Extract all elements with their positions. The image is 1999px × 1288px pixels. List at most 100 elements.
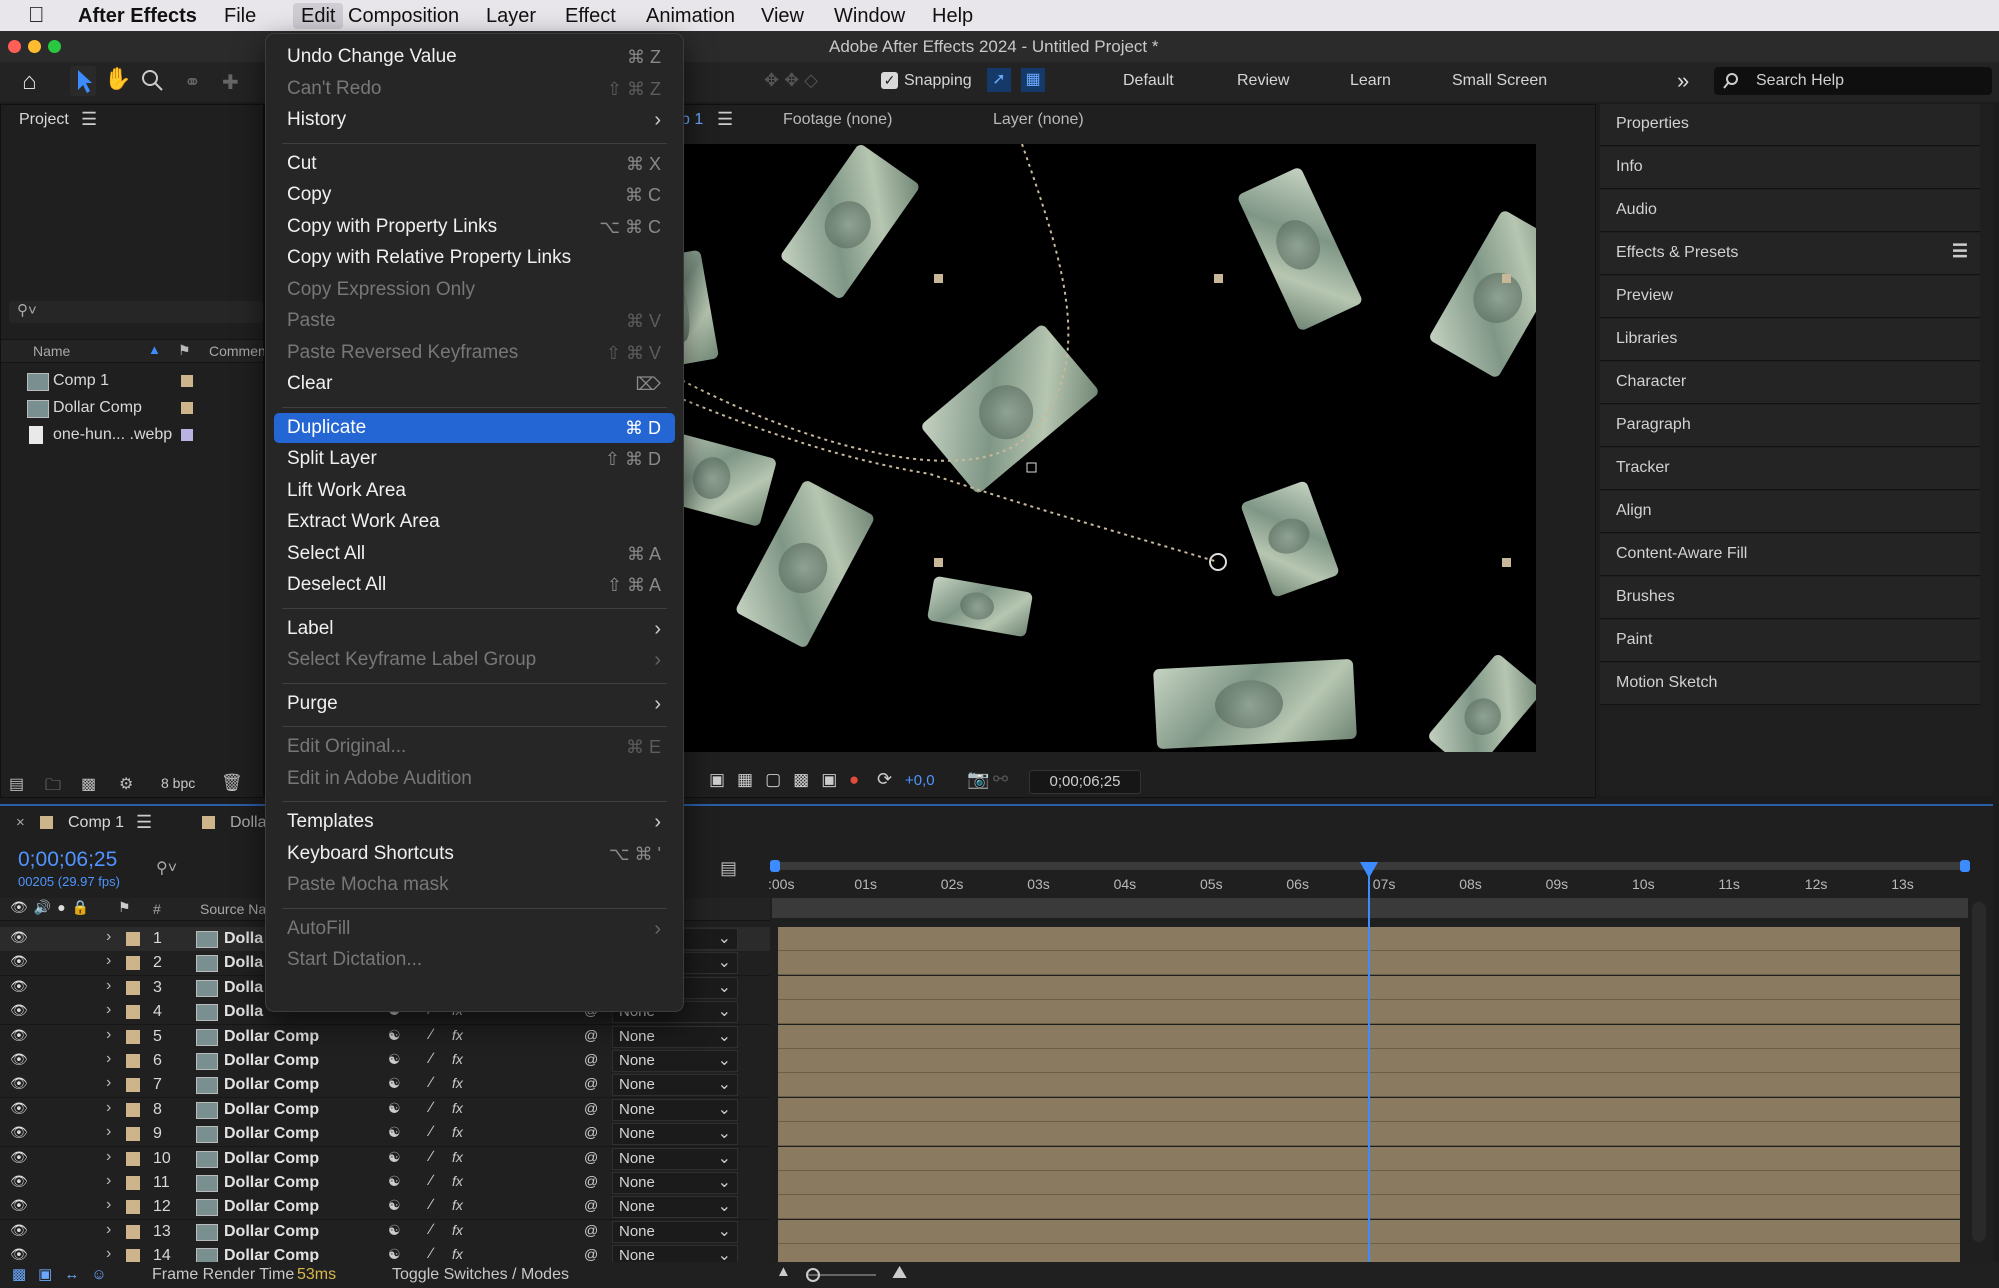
interpret-footage-icon[interactable]: ▤ [9, 774, 24, 794]
visibility-eye-icon[interactable]: 👁 [10, 1173, 28, 1190]
menu-item-copy-with-relative-property-links[interactable]: Copy with Relative Property Links [274, 243, 675, 273]
workspace-small-screen[interactable]: Small Screen [1452, 72, 1547, 90]
panel-brushes[interactable]: Brushes [1600, 577, 1980, 619]
label-color-swatch[interactable] [126, 1224, 140, 1239]
project-panel-title[interactable]: Project [19, 111, 69, 129]
panel-preview[interactable]: Preview [1600, 276, 1980, 318]
layer-row[interactable]: 👁 › 5 Dollar Comp ☯ ∕ fx @ None ⌄ [0, 1024, 770, 1050]
zoom-tool-icon[interactable] [140, 68, 164, 97]
quality-icon[interactable]: ∕ [430, 1123, 433, 1140]
menu-edit[interactable]: Edit [293, 3, 344, 29]
layer-row[interactable]: 👁 › 12 Dollar Comp ☯ ∕ fx @ None ⌄ [0, 1195, 770, 1221]
menu-item-autofill[interactable]: AutoFill › [274, 914, 675, 944]
quality-icon[interactable]: ∕ [430, 1196, 433, 1213]
effects-fx-icon[interactable]: fx [452, 1051, 463, 1067]
panel-motion-sketch[interactable]: Motion Sketch [1600, 663, 1980, 705]
zoom-window-button[interactable] [48, 40, 61, 53]
workspace-default[interactable]: Default [1123, 72, 1174, 90]
visibility-eye-icon[interactable]: 👁 [10, 1002, 28, 1019]
timeline-zoom-slider[interactable] [1972, 902, 1986, 1242]
layer-name[interactable]: Dollar Comp [224, 1028, 319, 1046]
expand-chevron-icon[interactable]: › [106, 1196, 111, 1214]
menu-item-clear[interactable]: Clear ⌦ [274, 369, 675, 399]
layer-name[interactable]: Dolla [224, 954, 263, 972]
collapse-transform-icon[interactable]: ☯ [388, 1100, 401, 1117]
collapse-transform-icon[interactable]: ☯ [388, 1246, 401, 1263]
expand-chevron-icon[interactable]: › [106, 1099, 111, 1117]
expand-chevron-icon[interactable]: › [106, 1148, 111, 1166]
menu-composition[interactable]: Composition [340, 3, 467, 29]
menu-item-edit-original[interactable]: Edit Original... ⌘ E [274, 732, 675, 762]
quality-icon[interactable]: ∕ [430, 1074, 433, 1091]
quality-icon[interactable]: ∕ [430, 1172, 433, 1189]
home-icon[interactable]: ⌂ [22, 68, 37, 96]
collapse-transform-icon[interactable]: ☯ [388, 1173, 401, 1190]
tab-footage[interactable]: Footage (none) [783, 111, 892, 129]
panel-audio[interactable]: Audio [1600, 190, 1980, 232]
parent-pickwhip-icon[interactable]: @ [584, 1222, 598, 1238]
bounding-box-handle[interactable] [1502, 274, 1511, 283]
workspace-review[interactable]: Review [1237, 72, 1289, 90]
current-time-display[interactable]: 0;00;06;25 [18, 848, 117, 872]
menu-item-lift-work-area[interactable]: Lift Work Area [274, 476, 675, 506]
collapse-transform-icon[interactable]: ☯ [388, 1051, 401, 1068]
layer-row[interactable]: 👁 › 13 Dollar Comp ☯ ∕ fx @ None ⌄ [0, 1219, 770, 1245]
menu-item-undo-change-value[interactable]: Undo Change Value ⌘ Z [274, 42, 675, 72]
menu-item-paste-mocha-mask[interactable]: Paste Mocha mask [274, 870, 675, 900]
menu-item-copy-expression-only[interactable]: Copy Expression Only [274, 275, 675, 305]
collapse-transform-icon[interactable]: ☯ [388, 1222, 401, 1239]
expand-chevron-icon[interactable]: › [106, 1050, 111, 1068]
quality-icon[interactable]: ∕ [430, 1245, 433, 1262]
menu-item-duplicate[interactable]: Duplicate ⌘ D [274, 412, 675, 443]
menu-item-select-all[interactable]: Select All ⌘ A [274, 539, 675, 569]
effects-fx-icon[interactable]: fx [452, 1222, 463, 1238]
menu-app[interactable]: After Effects [70, 3, 205, 29]
col-comment-header[interactable]: Comment [209, 343, 270, 359]
pan-tool-icon[interactable]: ✚ [222, 70, 239, 95]
visibility-eye-icon[interactable]: 👁 [10, 1246, 28, 1263]
expand-chevron-icon[interactable]: › [106, 1026, 111, 1044]
menu-item-select-keyframe-label-group[interactable]: Select Keyframe Label Group › [274, 645, 675, 675]
layer-name[interactable]: Dolla [224, 930, 263, 948]
parent-pickwhip-icon[interactable]: @ [584, 1124, 598, 1140]
quality-icon[interactable]: ∕ [430, 1099, 433, 1116]
label-color-swatch[interactable] [126, 1029, 140, 1044]
new-composition-icon[interactable]: ▩ [81, 774, 96, 794]
parent-dropdown[interactable]: None ⌄ [612, 1074, 738, 1097]
label-color-swatch[interactable] [181, 402, 193, 414]
menu-item-start-dictation[interactable]: Start Dictation... [274, 945, 675, 975]
more-workspaces-icon[interactable]: » [1677, 68, 1689, 94]
sort-asc-icon[interactable]: ▲ [148, 342, 161, 357]
reset-exposure-icon[interactable]: ⟳ [877, 769, 892, 790]
visibility-eye-icon[interactable]: 👁 [10, 953, 28, 970]
menu-item-extract-work-area[interactable]: Extract Work Area [274, 507, 675, 537]
playhead[interactable] [1360, 862, 1379, 1264]
expand-chevron-icon[interactable]: › [106, 1074, 111, 1092]
quality-icon[interactable]: ∕ [430, 1148, 433, 1165]
parent-pickwhip-icon[interactable]: @ [584, 1246, 598, 1262]
parent-dropdown[interactable]: None ⌄ [612, 1098, 738, 1121]
menu-item-copy[interactable]: Copy ⌘ C [274, 180, 675, 210]
orbit-tool-icon[interactable]: ⚭ [184, 70, 201, 95]
workspace-learn[interactable]: Learn [1350, 72, 1391, 90]
project-item[interactable]: Dollar Comp [1, 396, 263, 422]
navigator-start-handle[interactable] [770, 860, 780, 872]
puppet-tool-icons[interactable]: ✥ ✥ ◇ [764, 70, 818, 91]
menu-view[interactable]: View [753, 3, 812, 29]
layer-row[interactable]: 👁 › 9 Dollar Comp ☯ ∕ fx @ None ⌄ [0, 1122, 770, 1148]
expand-chevron-icon[interactable]: › [106, 1123, 111, 1141]
status-switch-icons[interactable]: ▩▣↔☺ [12, 1265, 119, 1283]
layer-row[interactable]: 👁 › 7 Dollar Comp ☯ ∕ fx @ None ⌄ [0, 1073, 770, 1099]
graph-editor-icon[interactable]: ▤ [720, 858, 737, 879]
parent-pickwhip-icon[interactable]: @ [584, 1100, 598, 1116]
snapshot-icon[interactable]: 📷 [967, 769, 989, 790]
panel-paragraph[interactable]: Paragraph [1600, 405, 1980, 447]
show-snapshot-icon[interactable]: ⚯ [993, 769, 1008, 790]
label-color-swatch[interactable] [126, 1078, 140, 1093]
bounding-box-handle[interactable] [934, 558, 943, 567]
menu-item-can-t-redo[interactable]: Can't Redo ⇧ ⌘ Z [274, 74, 675, 104]
parent-dropdown[interactable]: None ⌄ [612, 1025, 738, 1048]
search-help-field[interactable]: Search Help [1714, 67, 1992, 95]
col-name-header[interactable]: Name [33, 343, 70, 359]
panel-menu-icon[interactable]: ☰ [81, 109, 97, 130]
